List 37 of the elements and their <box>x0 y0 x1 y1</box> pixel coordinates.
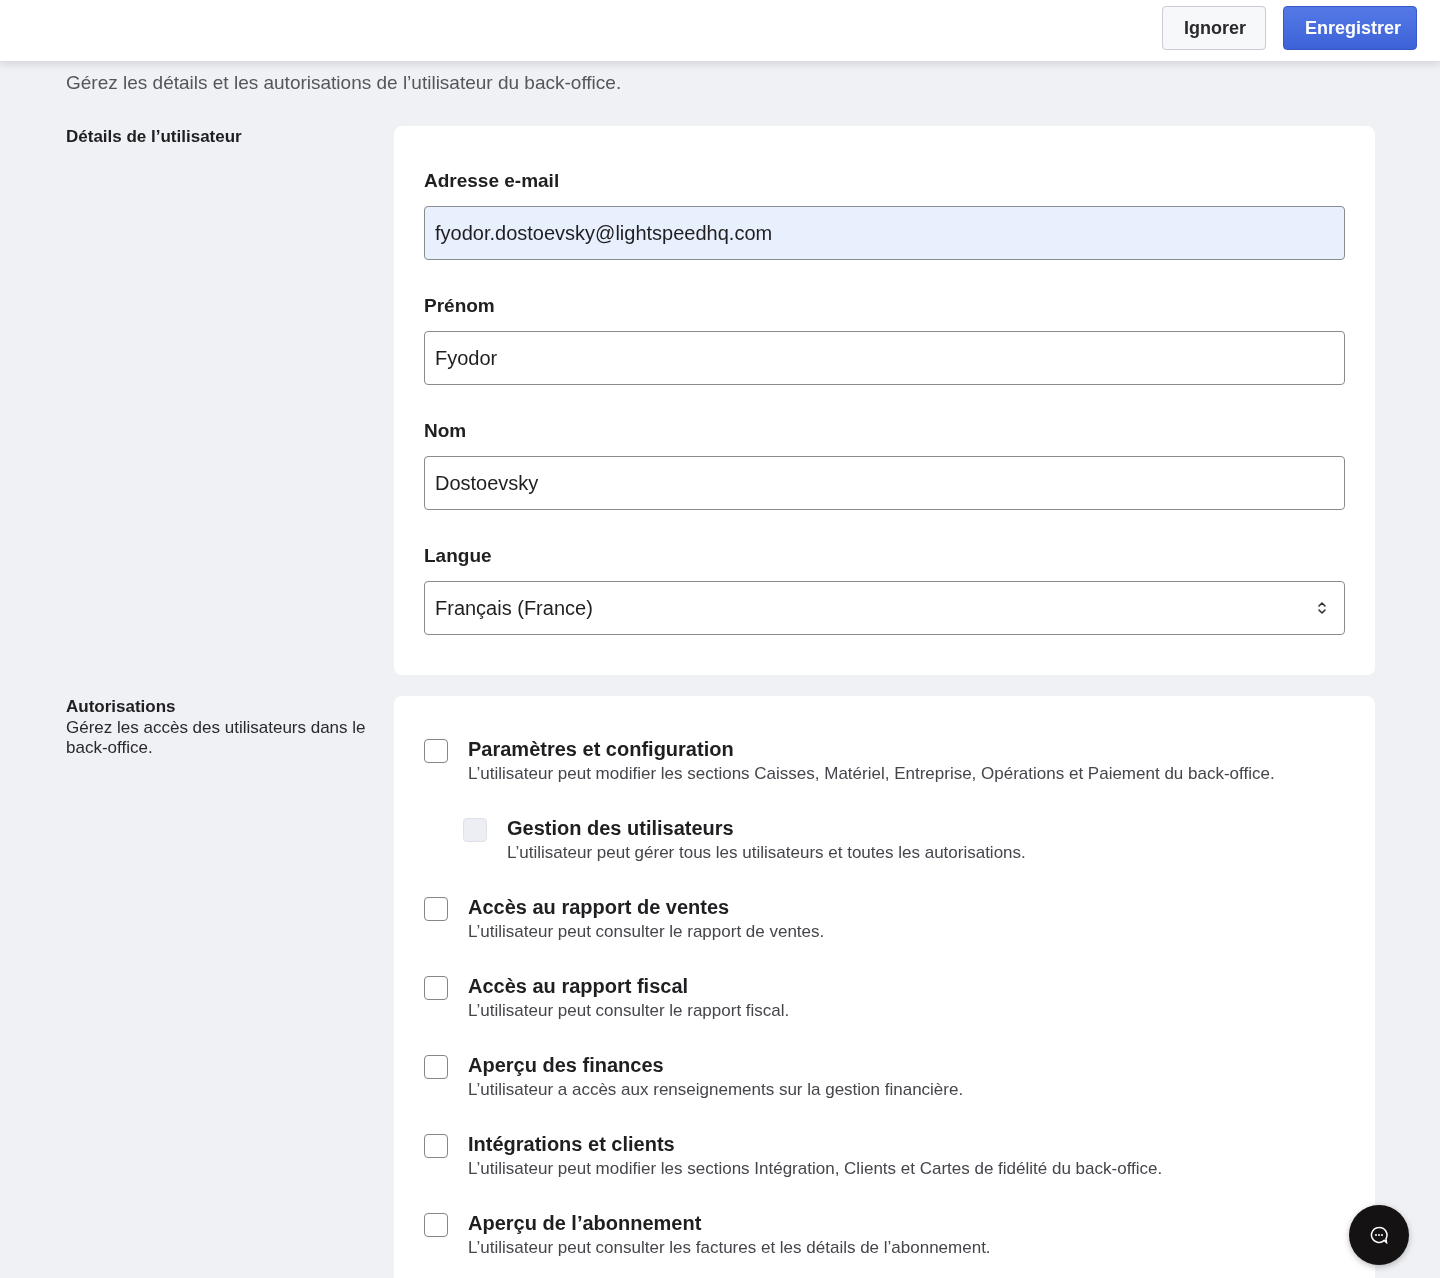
field-label: Langue <box>424 544 493 568</box>
checkbox[interactable] <box>424 739 448 763</box>
section-description: Gérez les accès des utilisateurs dans le back-office. <box>66 718 367 758</box>
permission-description: L’utilisateur a accès aux renseignements sur la gestion financière. <box>468 1079 964 1101</box>
chat-bubble-icon <box>1370 1226 1388 1244</box>
permission-title: Accès au rapport de ventes <box>468 895 731 919</box>
permission-description: L’utilisateur peut modifier les sections Intégration, Clients et Cartes de fidélité du back-office. <box>468 1158 1163 1180</box>
permission-title: Intégrations et clients <box>468 1132 676 1156</box>
permission-title: Aperçu des finances <box>468 1053 665 1077</box>
language-select[interactable]: Français (France) <box>424 581 1345 635</box>
ignore-button[interactable]: Ignorer <box>1162 6 1266 50</box>
updown-chevron-icon <box>1318 601 1326 615</box>
checkbox[interactable] <box>424 976 448 1000</box>
input-field[interactable]: Fyodor <box>424 331 1345 385</box>
checkbox[interactable] <box>424 1134 448 1158</box>
permission-description: L’utilisateur peut consulter le rapport fiscal. <box>468 1000 790 1022</box>
permission-title: Paramètres et configuration <box>468 737 735 761</box>
section-title: Autorisations <box>66 696 177 718</box>
field-label: Nom <box>424 419 468 443</box>
permission-title: Gestion des utilisateurs <box>507 816 735 840</box>
input-field[interactable]: Dostoevsky <box>424 456 1345 510</box>
checkbox[interactable] <box>424 1055 448 1079</box>
section-title: Détails de l’utilisateur <box>66 126 243 148</box>
field-label: Prénom <box>424 294 496 318</box>
permission-description: L’utilisateur peut consulter le rapport de ventes. <box>468 921 825 943</box>
page-description: Gérez les détails et les autorisations de l’utilisateur du back-office. <box>66 71 623 95</box>
field-label: Adresse e-mail <box>424 169 561 193</box>
checkbox[interactable] <box>424 1213 448 1237</box>
permission-title: Accès au rapport fiscal <box>468 974 690 998</box>
permission-title: Aperçu de l’abonnement <box>468 1211 703 1235</box>
input-field[interactable]: fyodor.dostoevsky@lightspeedhq.com <box>424 206 1345 260</box>
chat-button[interactable] <box>1349 1205 1409 1265</box>
permission-description: L’utilisateur peut gérer tous les utilisateurs et toutes les autorisations. <box>507 842 1026 864</box>
permission-description: L’utilisateur peut consulter les factures et les détails de l’abonnement. <box>468 1237 991 1259</box>
save-button[interactable]: Enregistrer <box>1283 6 1417 50</box>
checkbox[interactable] <box>424 897 448 921</box>
permission-description: L’utilisateur peut modifier les sections Caisses, Matériel, Entreprise, Opérations et Paiement du back-office. <box>468 763 1275 785</box>
